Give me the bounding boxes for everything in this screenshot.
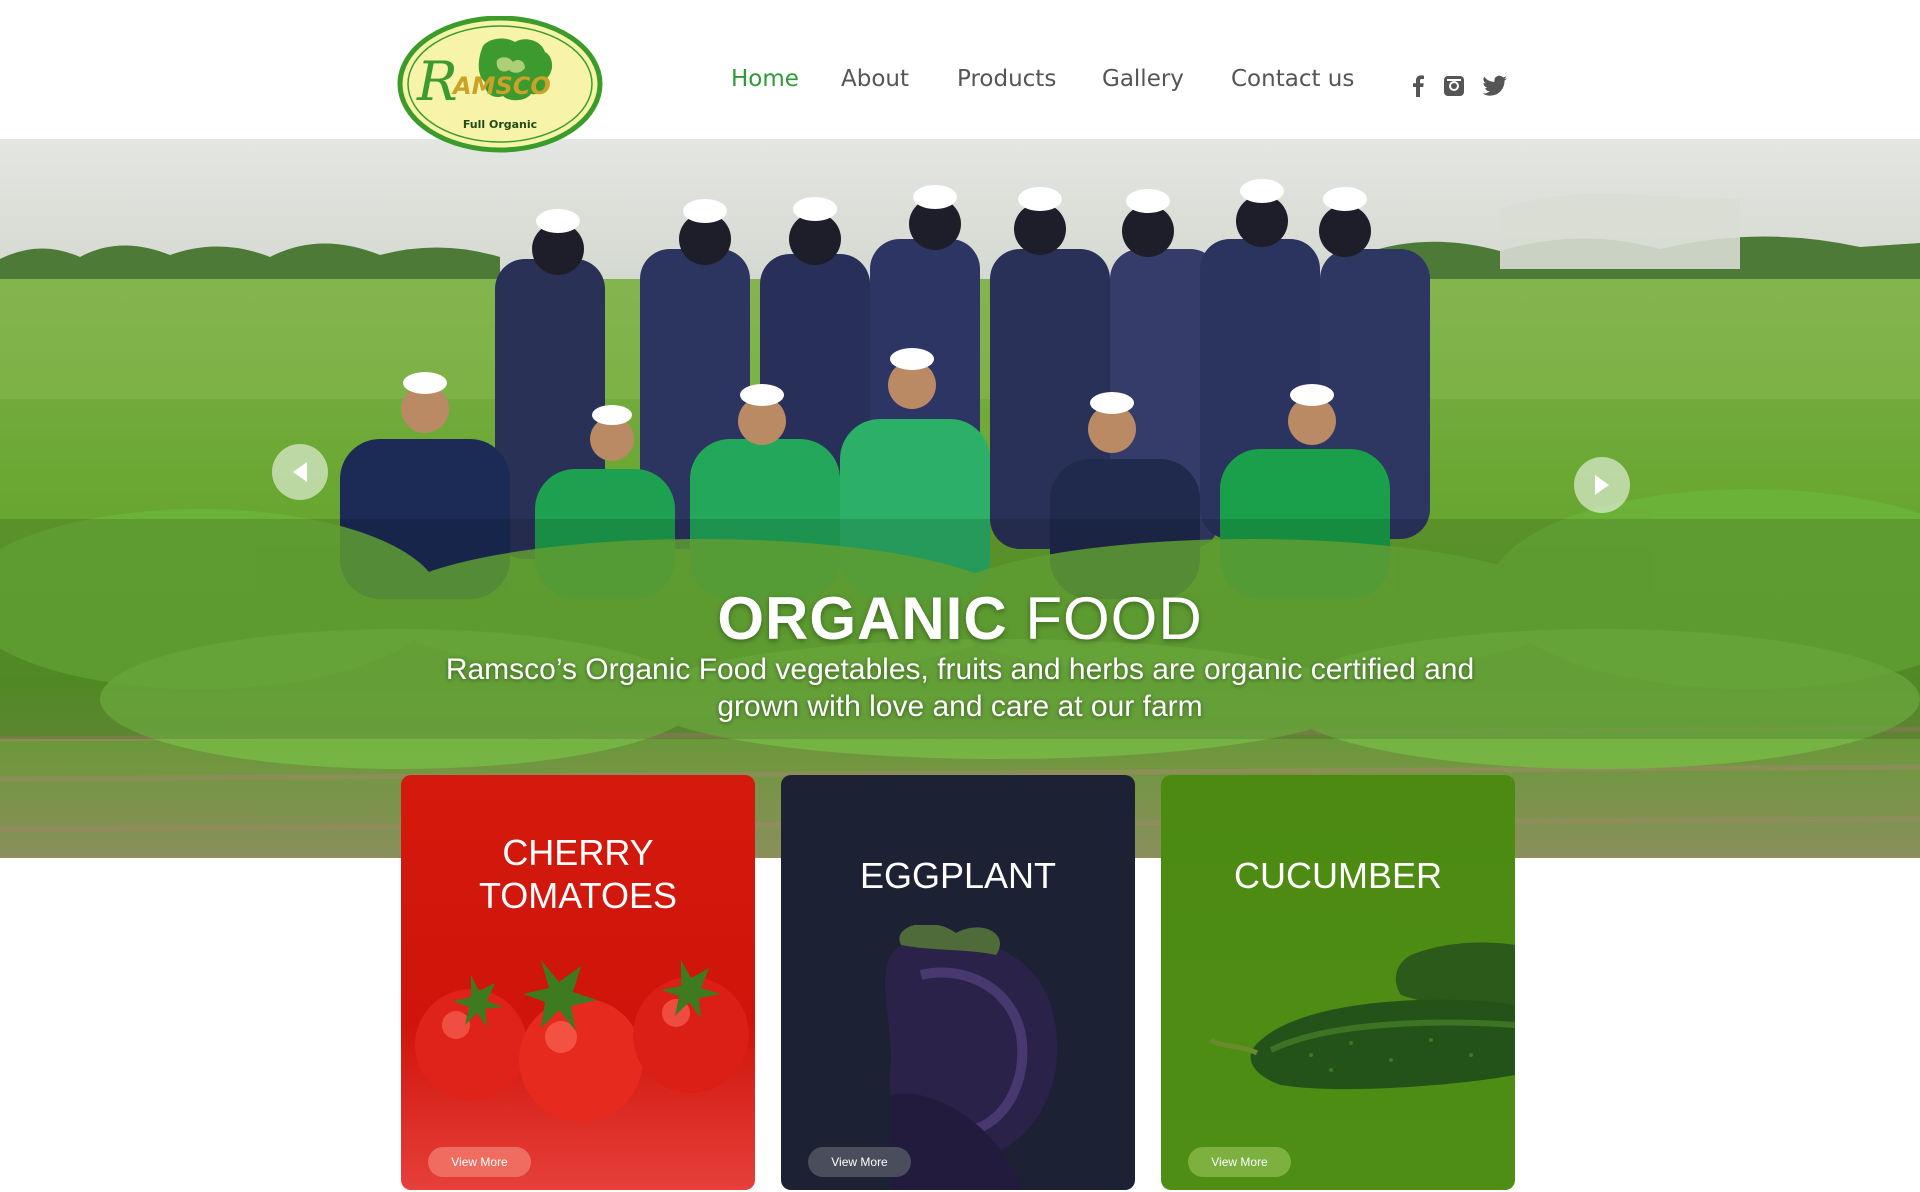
hero-farm-photo: [0, 139, 1920, 858]
hero-subtitle: Ramsco’s Organic Food vegetables, fruits…: [445, 653, 1475, 723]
card-title: CHERRY TOMATOES: [478, 832, 678, 916]
nav-item-gallery[interactable]: Gallery: [1102, 66, 1184, 92]
card-title: EGGPLANT: [859, 855, 1057, 896]
nav-item-contact[interactable]: Contact us: [1231, 66, 1354, 92]
arrow-left-icon: [293, 462, 307, 482]
product-card-cherry-tomatoes[interactable]: CHERRY TOMATOES View More: [401, 775, 755, 1190]
site-header: Home About Products Gallery Contact us: [0, 0, 1920, 139]
view-more-button[interactable]: View More: [808, 1147, 911, 1177]
view-more-button[interactable]: View More: [1188, 1147, 1291, 1177]
slider-prev-button[interactable]: [272, 444, 328, 500]
hero-title-bold: ORGANIC: [717, 585, 1008, 652]
nav-item-about[interactable]: About: [841, 66, 909, 92]
main-nav: Home About Products Gallery Contact us: [0, 66, 1920, 106]
svg-text:AMSCO: AMSCO: [451, 72, 551, 100]
product-card-cucumber[interactable]: CUCUMBER View More: [1161, 775, 1515, 1190]
facebook-icon[interactable]: [1404, 72, 1432, 100]
nav-item-home[interactable]: Home: [731, 66, 799, 92]
slider-next-button[interactable]: [1574, 457, 1630, 513]
svg-text:R: R: [416, 50, 458, 113]
nav-item-products[interactable]: Products: [957, 66, 1056, 92]
hero-title-light: FOOD: [1025, 585, 1203, 652]
twitter-icon[interactable]: [1481, 72, 1509, 100]
product-card-eggplant[interactable]: EGGPLANT View More: [781, 775, 1135, 1190]
instagram-icon[interactable]: [1440, 72, 1468, 100]
ramsco-logo[interactable]: R AMSCO Full Organic: [397, 15, 603, 153]
svg-text:Full Organic: Full Organic: [463, 118, 537, 131]
view-more-button[interactable]: View More: [428, 1147, 531, 1177]
card-title: CUCUMBER: [1233, 855, 1442, 896]
hero-slider: ORGANIC FOOD Ramsco’s Organic Food veget…: [0, 139, 1920, 858]
hero-title: ORGANIC FOOD: [0, 584, 1920, 653]
arrow-right-icon: [1595, 475, 1609, 495]
